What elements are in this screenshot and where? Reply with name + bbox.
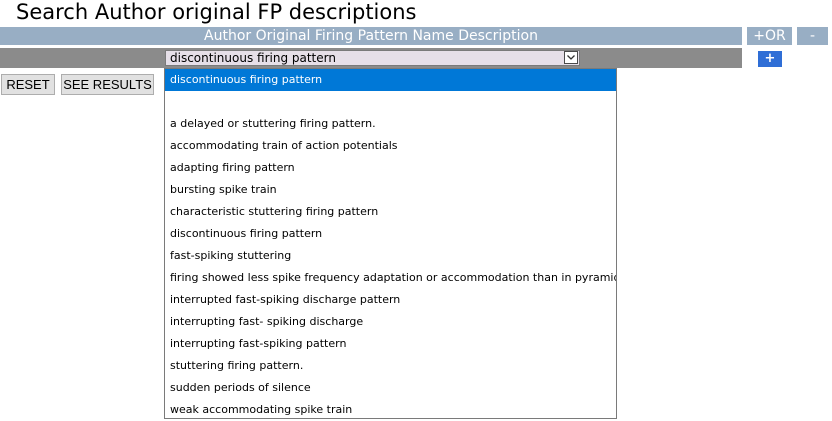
reset-button[interactable]: RESET (1, 74, 55, 95)
criteria-header: Author Original Firing Pattern Name Desc… (0, 27, 742, 45)
select-value: discontinuous firing pattern (170, 51, 336, 65)
dropdown-option[interactable] (165, 91, 616, 113)
dropdown-option[interactable]: sudden periods of silence (165, 377, 616, 399)
chevron-down-icon[interactable] (564, 51, 578, 64)
select-dropdown-list[interactable]: discontinuous firing pattern a delayed or… (164, 68, 617, 419)
dropdown-option[interactable]: accommodating train of action potentials (165, 135, 616, 157)
dropdown-option[interactable]: interrupting fast-spiking pattern (165, 333, 616, 355)
dropdown-option[interactable]: fast-spiking stuttering (165, 245, 616, 267)
dropdown-option[interactable]: adapting firing pattern (165, 157, 616, 179)
dropdown-option[interactable]: interrupted fast-spiking discharge patte… (165, 289, 616, 311)
dropdown-option[interactable]: a delayed or stuttering firing pattern. (165, 113, 616, 135)
criteria-header-label: Author Original Firing Pattern Name Desc… (204, 28, 538, 44)
page-title: Search Author original FP descriptions (16, 0, 417, 24)
dropdown-option[interactable]: weak accommodating spike train (165, 399, 616, 421)
dropdown-option[interactable]: interrupting fast- spiking discharge (165, 311, 616, 333)
remove-criteria-button[interactable]: - (797, 27, 828, 45)
dropdown-option[interactable]: stuttering firing pattern. (165, 355, 616, 377)
dropdown-option[interactable]: firing showed less spike frequency adapt… (165, 267, 616, 289)
dropdown-option[interactable]: discontinuous firing pattern (165, 69, 616, 91)
add-criteria-button[interactable]: + (758, 51, 782, 67)
dropdown-option[interactable]: discontinuous firing pattern (165, 223, 616, 245)
see-results-button[interactable]: SEE RESULTS (61, 74, 154, 95)
add-or-button[interactable]: +OR (747, 27, 792, 45)
page: Search Author original FP descriptions A… (0, 0, 832, 421)
dropdown-option[interactable]: bursting spike train (165, 179, 616, 201)
firing-pattern-select[interactable]: discontinuous firing pattern (165, 50, 580, 66)
dropdown-option[interactable]: characteristic stuttering firing pattern (165, 201, 616, 223)
